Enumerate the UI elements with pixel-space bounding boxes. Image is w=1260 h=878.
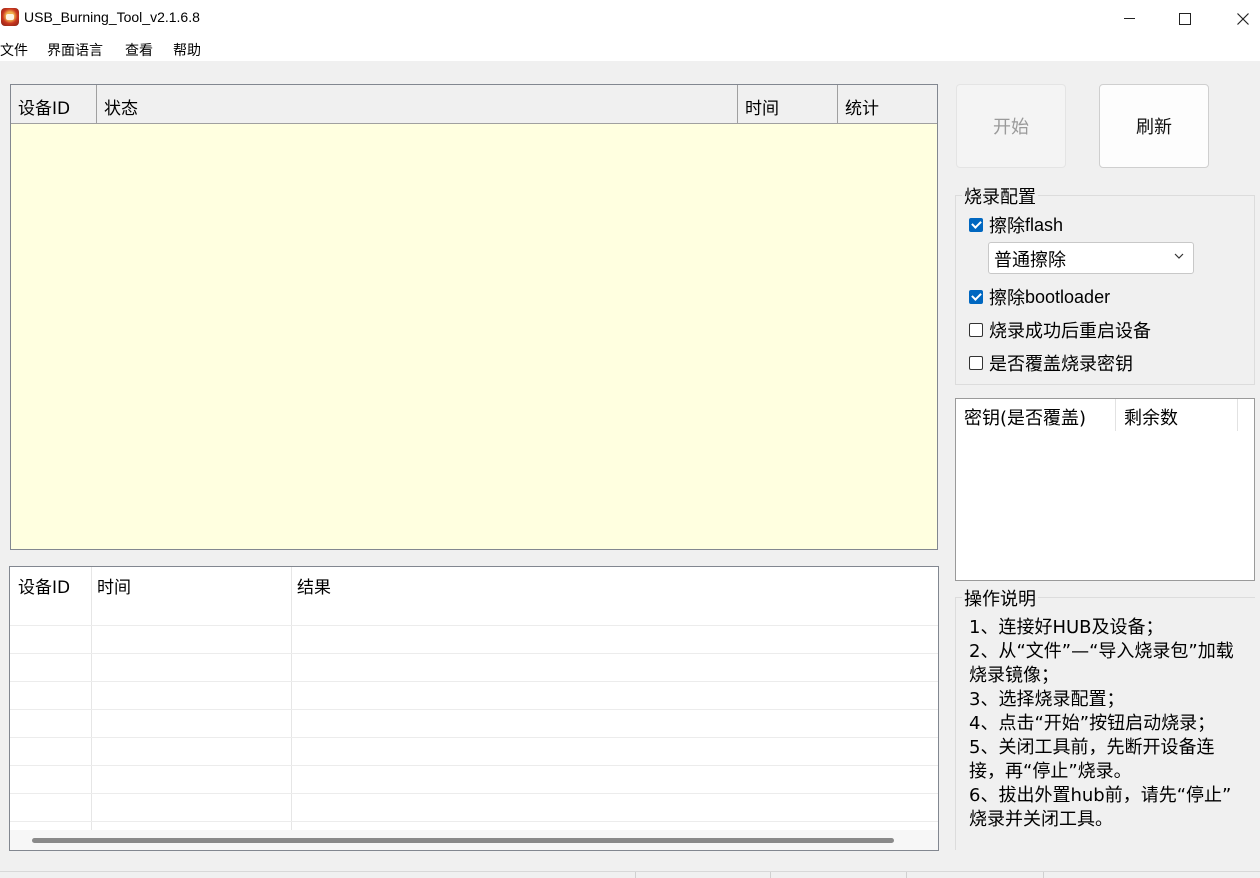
column-divider [91, 567, 92, 830]
column-header-result[interactable]: 结果 [289, 567, 929, 625]
table-row [10, 625, 938, 626]
overwrite-key-checkbox[interactable]: 是否覆盖烧录密钥 [969, 351, 1133, 375]
table-row [10, 653, 938, 654]
menu-view[interactable]: 查看 [125, 40, 153, 60]
instruction-line: 接，再“停止”烧录。 [969, 761, 1132, 782]
checkbox-unchecked-icon[interactable] [969, 323, 983, 337]
instruction-line: 4、点击“开始”按钮启动烧录； [969, 713, 1216, 734]
instruction-line: 1、连接好HUB及设备； [969, 617, 1164, 638]
reboot-after-burn-checkbox[interactable]: 烧录成功后重启设备 [969, 318, 1151, 342]
table-row [10, 737, 938, 738]
maximize-icon [1179, 12, 1191, 25]
chevron-down-icon [1174, 253, 1184, 259]
status-bar-divider [1043, 872, 1044, 878]
column-header-key[interactable]: 密钥(是否覆盖) [956, 399, 1116, 431]
title-bar: USB_Burning_Tool_v2.1.6.8 [0, 0, 1260, 37]
overwrite-key-label: 是否覆盖烧录密钥 [989, 354, 1133, 375]
device-table-header: 设备ID 状态 时间 统计 [11, 85, 937, 124]
status-bar-divider [635, 872, 636, 878]
column-header-status[interactable]: 状态 [97, 85, 738, 124]
menu-file[interactable]: 文件 [0, 40, 28, 60]
instructions-text: 1、连接好HUB及设备； 2、从“文件”—“导入烧录包”加载 烧录镜像； 3、选… [969, 616, 1259, 832]
status-bar [0, 871, 1260, 878]
status-bar-divider [906, 872, 907, 878]
instruction-line: 烧录并关闭工具。 [969, 809, 1113, 830]
erase-mode-value: 普通擦除 [994, 250, 1066, 271]
column-header-device-id[interactable]: 设备ID [11, 85, 97, 124]
app-icon [1, 8, 19, 26]
menu-help[interactable]: 帮助 [173, 40, 201, 60]
device-status-table[interactable]: 设备ID 状态 时间 统计 [10, 84, 938, 550]
erase-flash-checkbox[interactable]: 擦除 flash [969, 213, 1063, 237]
checkbox-checked-icon[interactable] [969, 218, 983, 232]
close-icon [1237, 12, 1249, 25]
column-header-device-id[interactable]: 设备ID [10, 567, 92, 625]
menu-bar: 文件 界面语言 查看 帮助 [0, 37, 1260, 61]
instruction-line: 烧录镜像； [969, 665, 1059, 686]
minimize-button[interactable] [1100, 0, 1158, 37]
scrollbar-thumb[interactable] [32, 838, 894, 843]
erase-bootloader-label-suffix: bootloader [1025, 286, 1111, 307]
checkbox-unchecked-icon[interactable] [969, 356, 983, 370]
column-header-time[interactable]: 时间 [738, 85, 838, 124]
checkbox-checked-icon[interactable] [969, 290, 983, 304]
menu-language[interactable]: 界面语言 [47, 40, 103, 60]
column-header-stats[interactable]: 统计 [838, 85, 937, 124]
status-bar-divider [770, 872, 771, 878]
refresh-button[interactable]: 刷新 [1099, 84, 1209, 168]
erase-bootloader-label-prefix: 擦除 [989, 288, 1025, 309]
erase-flash-label-prefix: 擦除 [989, 216, 1025, 237]
table-row [10, 765, 938, 766]
table-row [10, 821, 938, 822]
key-list[interactable]: 密钥(是否覆盖) 剩余数 [955, 398, 1255, 581]
minimize-icon [1123, 18, 1135, 19]
column-divider [291, 567, 292, 830]
burn-config-legend: 烧录配置 [962, 183, 1038, 209]
reboot-after-burn-label: 烧录成功后重启设备 [989, 321, 1151, 342]
erase-flash-label-suffix: flash [1025, 214, 1064, 235]
close-button[interactable] [1214, 0, 1260, 37]
instruction-line: 6、拔出外置hub前，请先“停止” [969, 785, 1232, 806]
column-header-time[interactable]: 时间 [89, 567, 289, 625]
start-button[interactable]: 开始 [956, 84, 1066, 168]
horizontal-scrollbar[interactable] [10, 830, 938, 850]
window-title: USB_Burning_Tool_v2.1.6.8 [24, 9, 200, 25]
erase-bootloader-checkbox[interactable]: 擦除 bootloader [969, 285, 1110, 309]
result-table[interactable]: 设备ID 时间 结果 [9, 566, 939, 851]
column-header-remaining[interactable]: 剩余数 [1116, 399, 1238, 431]
table-row [10, 681, 938, 682]
instructions-legend: 操作说明 [962, 585, 1038, 611]
table-row [10, 793, 938, 794]
table-row [10, 709, 938, 710]
erase-mode-select[interactable]: 普通擦除 [988, 242, 1194, 274]
maximize-button[interactable] [1156, 0, 1214, 37]
instruction-line: 5、关闭工具前，先断开设备连 [969, 737, 1215, 758]
instruction-line: 3、选择烧录配置； [969, 689, 1125, 710]
instruction-line: 2、从“文件”—“导入烧录包”加载 [969, 641, 1234, 662]
